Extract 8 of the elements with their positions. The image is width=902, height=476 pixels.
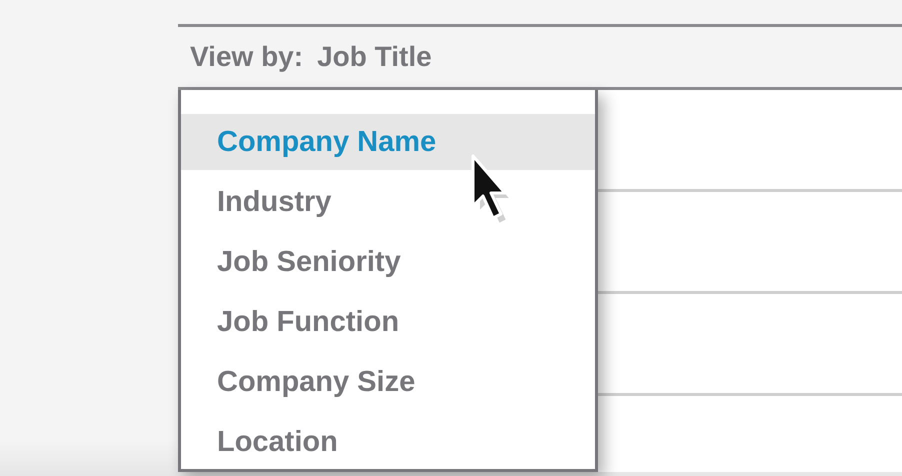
menu-item[interactable]: Job Seniority	[181, 232, 595, 292]
view-by-value[interactable]: Job Title	[317, 41, 432, 73]
view-by-label: View by:	[190, 41, 304, 73]
menu-item[interactable]: Company Name	[181, 114, 595, 170]
menu-item[interactable]: Industry	[181, 172, 595, 232]
menu-item[interactable]: Location	[181, 412, 595, 472]
menu-item[interactable]: Job Function	[181, 292, 595, 352]
menu-item[interactable]: Company Size	[181, 352, 595, 412]
